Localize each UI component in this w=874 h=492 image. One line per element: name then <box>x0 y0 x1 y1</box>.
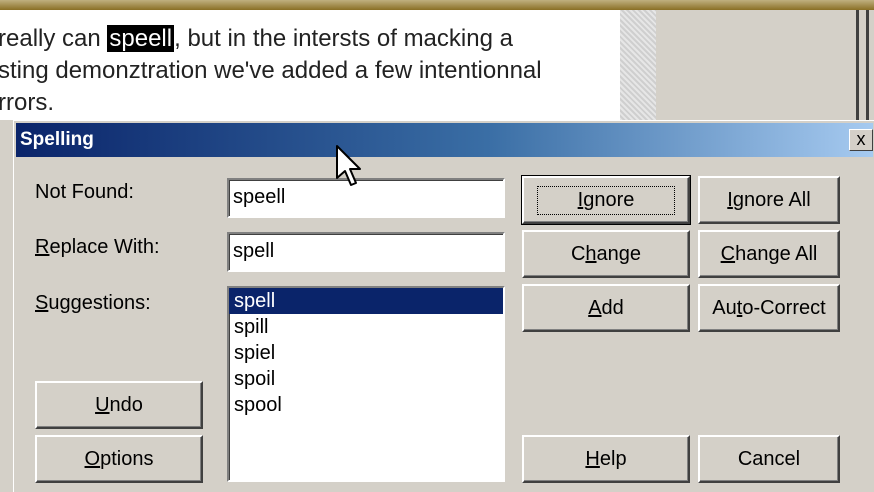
close-icon: x <box>856 129 866 149</box>
suggestion-item[interactable]: spool <box>229 392 503 418</box>
auto-correct-button[interactable]: Au t o-Correct <box>698 284 840 332</box>
spelling-dialog: Spelling x Not Found: Replace With: Sugg… <box>13 120 874 492</box>
not-found-field[interactable]: speell <box>227 178 505 218</box>
dialog-title: Spelling <box>20 129 94 150</box>
add-button[interactable]: Add <box>522 284 690 332</box>
not-found-label: Not Found: <box>35 181 134 203</box>
highlighted-word: speell <box>107 25 175 52</box>
document-side-panel <box>656 10 856 120</box>
dialog-titlebar[interactable]: Spelling x <box>16 123 873 157</box>
suggestion-item[interactable]: spill <box>229 314 503 340</box>
change-all-button[interactable]: Change All <box>698 230 840 278</box>
document-frame <box>0 0 874 10</box>
document-line-2: sting demonztration we've added a few in… <box>0 57 542 84</box>
suggestion-item[interactable]: spell <box>229 288 503 314</box>
change-button[interactable]: Ch ange <box>522 230 690 278</box>
options-button[interactable]: Options <box>35 435 203 483</box>
suggestion-item[interactable]: spoil <box>229 366 503 392</box>
document-divider <box>866 10 869 120</box>
document-line-3: rrors. <box>0 89 54 116</box>
document-divider <box>856 10 859 120</box>
document-margin-hatch <box>620 10 656 120</box>
suggestion-item[interactable]: spiel <box>229 340 503 366</box>
document-text: really can speell, but in the intersts o… <box>0 23 638 119</box>
replace-with-field[interactable]: spell <box>227 232 505 272</box>
cancel-button[interactable]: Cancel <box>698 435 840 483</box>
document-text-area[interactable]: really can speell, but in the intersts o… <box>0 10 620 120</box>
suggestions-label: Suggestions: <box>35 292 151 314</box>
help-button[interactable]: Help <box>522 435 690 483</box>
replace-with-label: Replace With: <box>35 236 160 258</box>
close-button[interactable]: x <box>849 129 873 151</box>
ignore-button[interactable]: Ignore <box>521 175 691 225</box>
undo-button[interactable]: Undo <box>35 381 203 429</box>
mouse-pointer-icon <box>336 145 361 186</box>
suggestions-list[interactable]: spell spill spiel spoil spool <box>227 286 505 482</box>
ignore-all-button[interactable]: Ignore All <box>698 176 840 224</box>
document-line-1: really can speell, but in the intersts o… <box>0 25 513 52</box>
